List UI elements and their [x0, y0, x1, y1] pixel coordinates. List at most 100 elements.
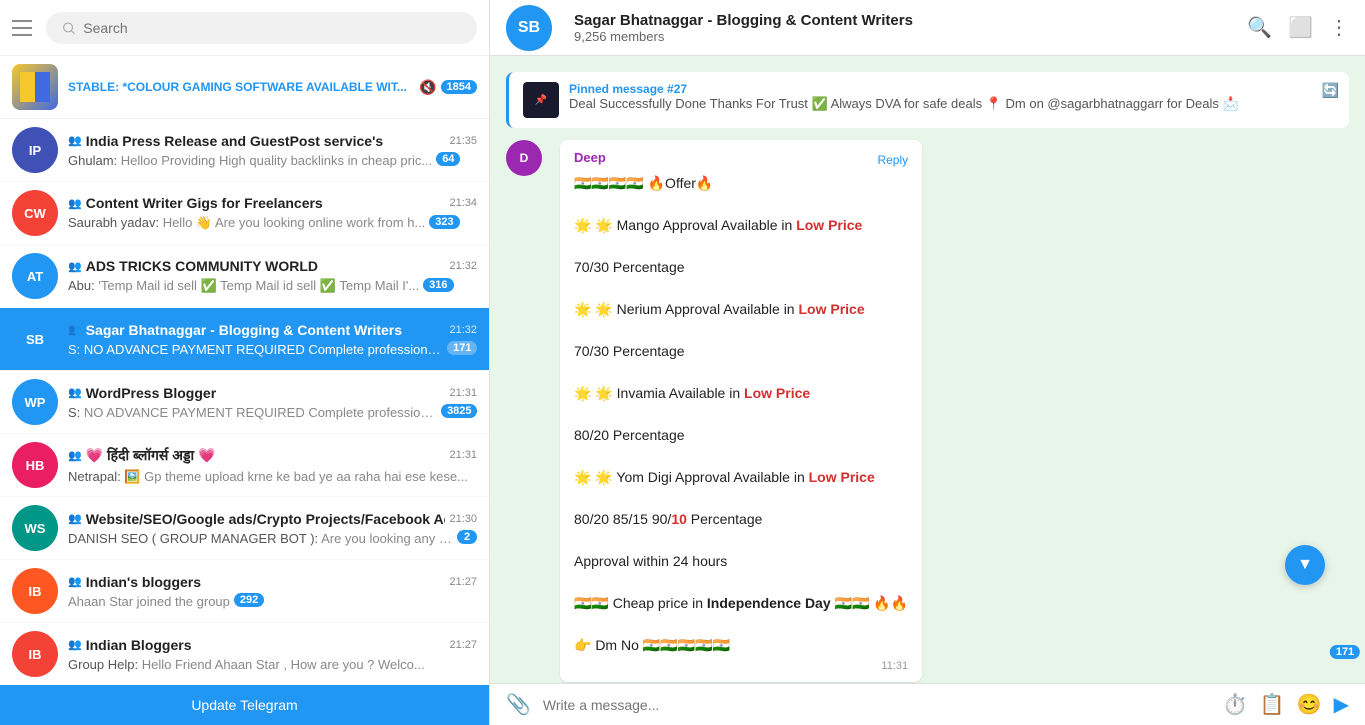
chat-avatar-website-seo: WS: [12, 505, 58, 551]
group-icon: 👥: [68, 386, 82, 399]
columns-icon[interactable]: ⬜: [1288, 15, 1313, 40]
chat-avatar-india-press: IP: [12, 127, 58, 173]
group-icon: 👥: [68, 197, 82, 210]
search-input[interactable]: [83, 20, 461, 36]
message-row-deep: D Deep Reply 🇮🇳🇮🇳🇮🇳🇮🇳 🔥Offer🔥 🌟 🌟 Mango …: [506, 140, 1349, 682]
chat-preview-hindi-bloggers: Netrapal: 🖼️ Gp theme upload krne ke bad…: [68, 469, 468, 485]
chat-time-sagar: 21:32: [449, 324, 477, 336]
preview-sender: Abu:: [68, 278, 95, 293]
chat-content-india-press: 👥 India Press Release and GuestPost serv…: [68, 133, 477, 168]
chat-preview-wordpress: S: NO ADVANCE PAYMENT REQUIRED Complete …: [68, 405, 437, 420]
chat-header: SB Sagar Bhatnaggar - Blogging & Content…: [490, 0, 1365, 56]
chat-preview-india-press: Ghulam: Helloo Providing High quality ba…: [68, 153, 432, 168]
message-input[interactable]: [543, 697, 1211, 713]
pin-thumb: 📌: [523, 82, 559, 118]
chat-avatar-ads-tricks: AT: [12, 253, 58, 299]
msg-text-deep: 🇮🇳🇮🇳🇮🇳🇮🇳 🔥Offer🔥 🌟 🌟 Mango Approval Avai…: [574, 173, 908, 656]
sidebar: STABLE: *COLOUR GAMING SOFTWARE AVAILABL…: [0, 0, 490, 725]
bot-command-icon[interactable]: 📋: [1260, 692, 1285, 717]
unread-badge-sagar: 171: [447, 341, 477, 355]
chat-content-indian-bloggers: 👥 Indian's bloggers 21:27 Ahaan Star joi…: [68, 574, 477, 609]
header-icons: 🔍 ⬜ ⋮: [1247, 15, 1349, 40]
muted-icon: 🔇: [419, 79, 436, 96]
pin-content: Deal Successfully Done Thanks For Trust …: [569, 96, 1335, 112]
stable-icon: [12, 64, 58, 110]
chat-list: IP 👥 India Press Release and GuestPost s…: [0, 119, 489, 685]
stable-banner[interactable]: STABLE: *COLOUR GAMING SOFTWARE AVAILABL…: [0, 56, 489, 119]
group-icon: 👥: [68, 512, 82, 525]
pin-label: Pinned message #27: [569, 82, 1335, 96]
chat-content-website-seo: 👥 Website/SEO/Google ads/Crypto Projects…: [68, 511, 477, 546]
emoji-icon[interactable]: 😊: [1297, 692, 1322, 717]
chat-time-indian-bloggers2: 21:27: [449, 639, 477, 651]
search-header-icon[interactable]: 🔍: [1247, 15, 1272, 40]
scroll-to-bottom-button[interactable]: ▼: [1285, 545, 1325, 585]
stable-badge: 1854: [441, 80, 477, 94]
timer-icon[interactable]: ⏱️: [1223, 692, 1248, 717]
chat-avatar-sagar: SB: [12, 316, 58, 362]
unread-badge-content-writer: 323: [429, 215, 459, 229]
chat-content-hindi-bloggers: 👥 💗 हिंदी ब्लॉगर्स अड्डा 💗 21:31 Netrapa…: [68, 446, 477, 485]
chat-item-india-press[interactable]: IP 👥 India Press Release and GuestPost s…: [0, 119, 489, 182]
chat-header-info: Sagar Bhatnaggar - Blogging & Content Wr…: [574, 12, 1247, 44]
preview-sender: Netrapal:: [68, 469, 121, 484]
group-icon: 👥: [68, 638, 82, 651]
chat-name-hindi-bloggers: 👥 💗 हिंदी ब्लॉगर्स अड्डा 💗: [68, 446, 215, 465]
chat-avatar-hindi-bloggers: HB: [12, 442, 58, 488]
attach-icon[interactable]: 📎: [506, 692, 531, 717]
group-icon: 👥: [68, 260, 82, 273]
chat-item-ads-tricks[interactable]: AT 👥 ADS TRICKS COMMUNITY WORLD 21:32 Ab…: [0, 245, 489, 308]
chat-preview-sagar: S: NO ADVANCE PAYMENT REQUIRED Complete …: [68, 342, 443, 357]
chat-avatar-indian-bloggers2: IB: [12, 631, 58, 677]
chat-name-indian-bloggers2: 👥 Indian Bloggers: [68, 637, 192, 653]
group-icon: 👥: [68, 134, 82, 147]
chat-preview-website-seo: DANISH SEO ( GROUP MANAGER BOT ): Are yo…: [68, 531, 453, 546]
chat-time-website-seo: 21:30: [449, 513, 477, 525]
preview-sender: Group Help:: [68, 657, 138, 672]
chat-header-members: 9,256 members: [574, 29, 1247, 44]
update-telegram-button[interactable]: Update Telegram: [0, 685, 489, 725]
chat-name-indian-bloggers: 👥 Indian's bloggers: [68, 574, 201, 590]
reply-button[interactable]: Reply: [877, 153, 908, 167]
chat-item-indian-bloggers2[interactable]: IB 👥 Indian Bloggers 21:27 Group Help: H…: [0, 623, 489, 685]
chat-name-india-press: 👥 India Press Release and GuestPost serv…: [68, 133, 383, 149]
send-icon[interactable]: ▶: [1334, 692, 1349, 717]
preview-sender: Saurabh yadav:: [68, 215, 159, 230]
group-icon: 👥: [68, 449, 82, 462]
chat-preview-ads-tricks: Abu: 'Temp Mail id sell ✅ Temp Mail id s…: [68, 278, 419, 294]
chat-item-content-writer[interactable]: CW 👥 Content Writer Gigs for Freelancers…: [0, 182, 489, 245]
pinned-message[interactable]: 📌 Pinned message #27 Deal Successfully D…: [506, 72, 1349, 128]
unread-badge-website-seo: 2: [457, 530, 477, 544]
sidebar-header: [0, 0, 489, 56]
unread-badge-india-press: 64: [436, 152, 460, 166]
chat-name-wordpress: 👥 WordPress Blogger: [68, 385, 216, 401]
more-options-icon[interactable]: ⋮: [1329, 15, 1349, 40]
msg-time-deep: 11:31: [574, 660, 908, 672]
chat-item-hindi-bloggers[interactable]: HB 👥 💗 हिंदी ब्लॉगर्स अड्डा 💗 21:31 Netr…: [0, 434, 489, 497]
chat-item-wordpress[interactable]: WP 👥 WordPress Blogger 21:31 S: NO ADVAN…: [0, 371, 489, 434]
preview-sender: S:: [68, 405, 80, 420]
group-icon: 👥: [68, 575, 82, 588]
chat-avatar: SB: [506, 5, 552, 51]
chat-name-content-writer: 👥 Content Writer Gigs for Freelancers: [68, 195, 323, 211]
pin-refresh-icon[interactable]: 🔄: [1322, 82, 1339, 99]
chat-time-indian-bloggers: 21:27: [449, 576, 477, 588]
chat-item-sagar[interactable]: SB 👥 Sagar Bhatnaggar - Blogging & Conte…: [0, 308, 489, 371]
message-bubble-deep: Deep Reply 🇮🇳🇮🇳🇮🇳🇮🇳 🔥Offer🔥 🌟 🌟 Mango Ap…: [560, 140, 922, 682]
chat-content-ads-tricks: 👥 ADS TRICKS COMMUNITY WORLD 21:32 Abu: …: [68, 258, 477, 294]
chat-item-website-seo[interactable]: WS 👥 Website/SEO/Google ads/Crypto Proje…: [0, 497, 489, 560]
chat-preview-indian-bloggers: Ahaan Star joined the group: [68, 594, 230, 609]
chat-time-hindi-bloggers: 21:31: [449, 449, 477, 461]
preview-sender: S:: [68, 342, 80, 357]
unread-badge-ads-tricks: 316: [423, 278, 453, 292]
chat-item-indian-bloggers[interactable]: IB 👥 Indian's bloggers 21:27 Ahaan Star …: [0, 560, 489, 623]
stable-content: STABLE: *COLOUR GAMING SOFTWARE AVAILABL…: [68, 79, 477, 96]
hamburger-menu[interactable]: [12, 16, 36, 40]
sender-name-deep: Deep: [574, 150, 606, 165]
chat-name-sagar: 👥 Sagar Bhatnaggar - Blogging & Content …: [68, 322, 402, 338]
chat-name-ads-tricks: 👥 ADS TRICKS COMMUNITY WORLD: [68, 258, 318, 274]
search-bar[interactable]: [46, 12, 477, 44]
stable-text: STABLE: *COLOUR GAMING SOFTWARE AVAILABL…: [68, 80, 407, 94]
search-icon: [62, 21, 75, 35]
chat-time-india-press: 21:35: [449, 135, 477, 147]
